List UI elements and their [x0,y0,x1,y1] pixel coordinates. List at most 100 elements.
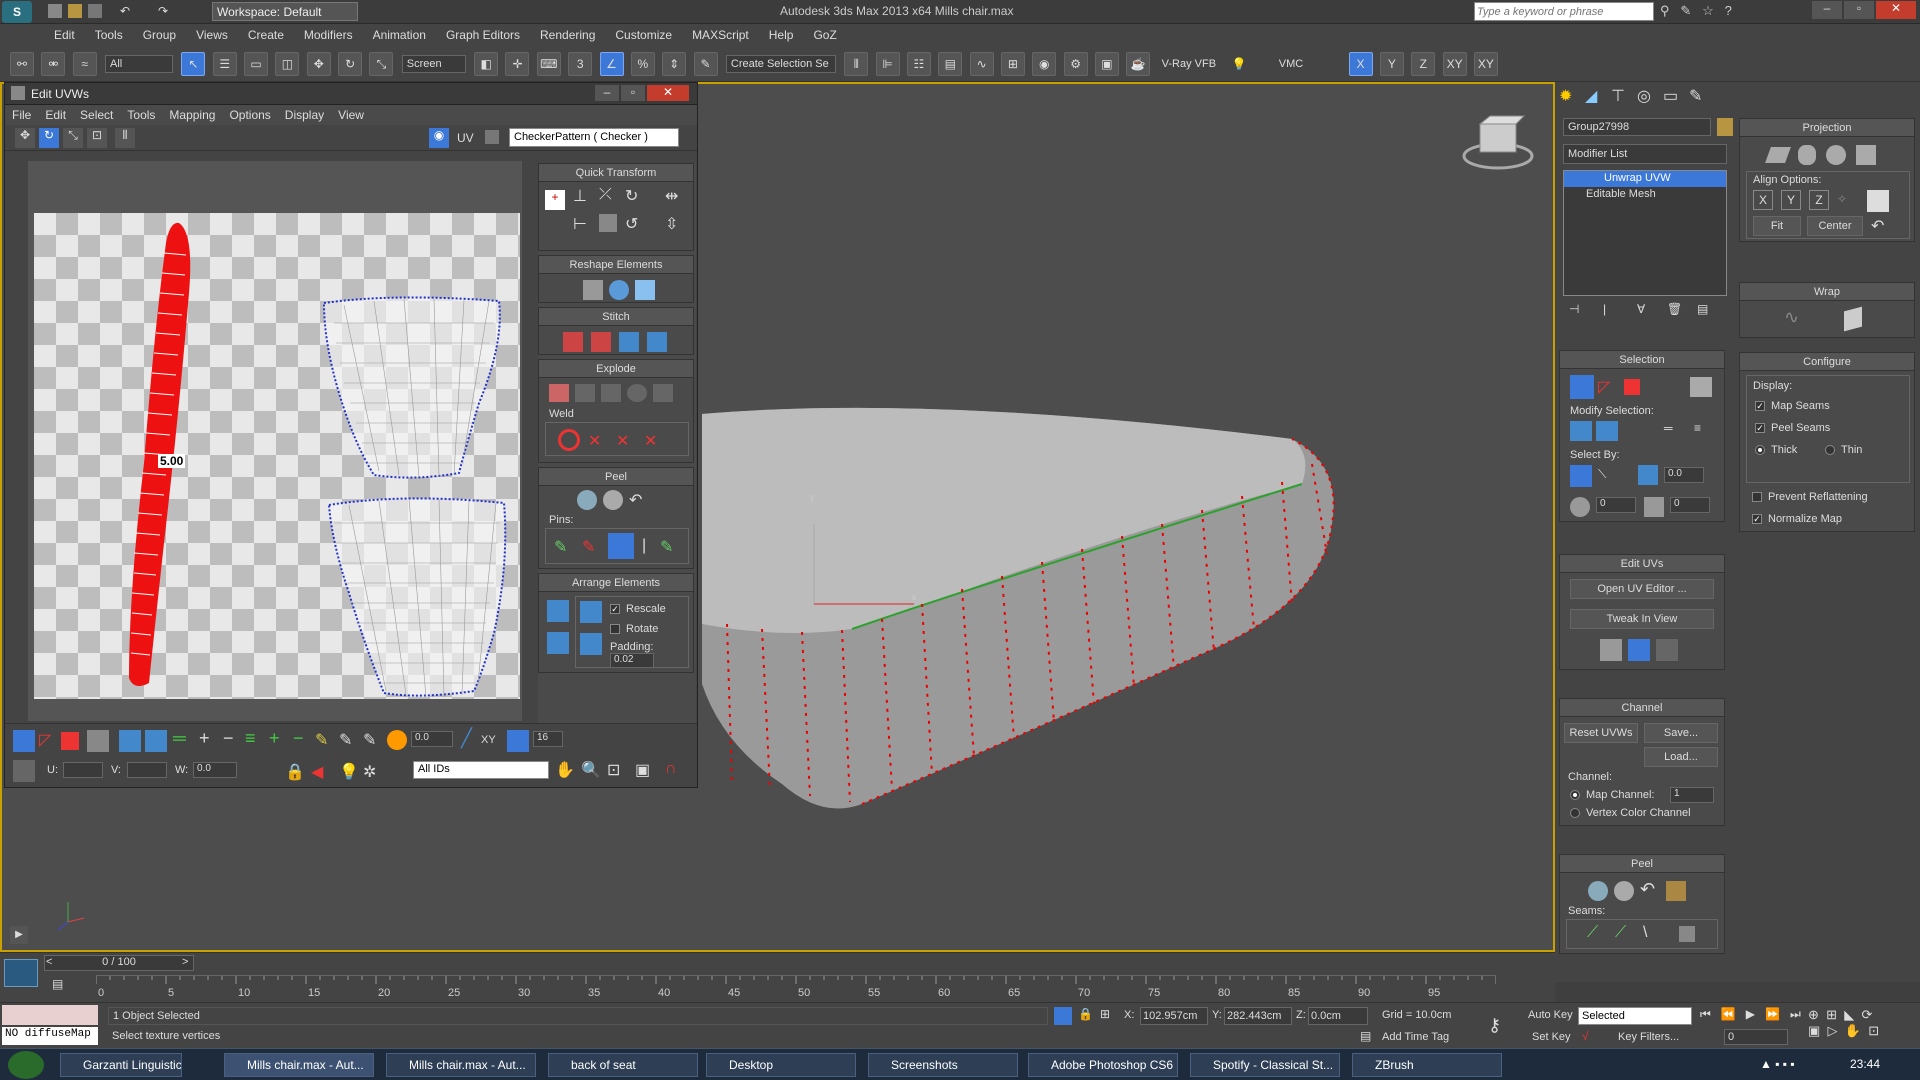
keyboard-shortcut-icon[interactable]: ⌨ [536,52,561,76]
uv-menu-display[interactable]: Display [278,105,331,125]
uv-maximize-icon[interactable]: ▫ [621,85,645,101]
schematic-view-icon[interactable]: ⊞ [1000,52,1025,76]
paint-select-icon[interactable]: ✎ [315,730,328,750]
pivot-center-icon[interactable]: ◧ [474,52,499,76]
render-production-icon[interactable]: ☕ [1126,52,1151,76]
rendered-frame-icon[interactable]: ▣ [1094,52,1119,76]
menu-edit[interactable]: Edit [44,24,85,46]
pin-icon[interactable]: ✎ [554,537,567,557]
taskbar-zbrush[interactable]: ZBrush [1352,1053,1502,1077]
go-to-end-icon[interactable]: ⏭ [1790,1007,1801,1021]
selection-filter-dropdown[interactable]: All [105,55,174,73]
pack-custom-icon[interactable] [547,600,569,622]
pin-stack-icon[interactable]: ⊣ [1569,302,1579,316]
z-coordinate-field[interactable]: 0.0cm [1308,1007,1368,1025]
expand-seams-icon[interactable]: \ [1643,924,1647,942]
menu-create[interactable]: Create [238,24,294,46]
unpin-icon[interactable]: ✎ [582,537,595,557]
stitch-custom-icon[interactable] [563,332,583,352]
padding-spinner[interactable]: 0.02 [610,653,654,668]
bind-spacewarp-icon[interactable]: ≈ [72,52,97,76]
stack-item-editable-mesh[interactable]: Editable Mesh [1564,187,1726,203]
projection-header[interactable]: Projection [1740,119,1914,137]
rescale-option[interactable]: ✓ Rescale [610,603,666,615]
system-tray-icons[interactable]: ▲ ▪ ▪ ▪ [1760,1057,1795,1071]
face-mode-icon[interactable] [61,732,79,750]
uv-texture-icon[interactable] [485,130,499,144]
viewport-menu-arrow-icon[interactable]: ▶ [10,926,28,944]
uv-move-icon[interactable]: ✥ [15,128,35,148]
stitch-header[interactable]: Stitch [539,308,693,326]
w-spinner[interactable]: 0.0 [193,762,237,778]
shrink-icon[interactable] [1596,421,1618,441]
binoculars-icon[interactable]: ⚲ [1660,3,1670,18]
menu-help[interactable]: Help [759,24,804,46]
straighten-icon[interactable] [583,280,603,300]
arrange-elements-header[interactable]: Arrange Elements [539,574,693,592]
peel-header[interactable]: Peel [1560,855,1724,873]
absolute-offset-icon[interactable] [13,760,35,782]
map-seams-option[interactable]: ✓ Map Seams [1755,400,1830,412]
modify-tab-icon[interactable]: ◢ [1585,86,1597,106]
light-bulb-icon[interactable]: 💡 [1227,52,1252,76]
tools-icon[interactable]: ✎ [1680,3,1691,18]
load-uvw-button[interactable]: Load... [1644,747,1718,767]
flatten-icon[interactable] [601,384,621,402]
layer-manager-icon[interactable]: ☷ [906,52,931,76]
limit-soft-select-icon[interactable] [507,730,529,752]
edit-uvs-header[interactable]: Edit UVs [1560,555,1724,573]
zoom-icon[interactable]: 🔍 [581,760,601,780]
box-map-icon[interactable] [1856,145,1876,165]
uv-checker-icon[interactable]: ◉ [429,128,449,148]
snaps-toggle-icon[interactable]: 3 [568,52,593,76]
uv-menu-view[interactable]: View [331,105,371,125]
taskbar-desktop[interactable]: Desktop [706,1053,856,1077]
align-horizontal-icon[interactable]: ⊢ [573,214,587,234]
unfold-map-icon[interactable] [1844,306,1862,332]
absolute-transform-icon[interactable]: ⊞ [1100,1007,1110,1021]
quick-planar-map-icon[interactable] [1628,639,1650,661]
align-y-button[interactable]: Y [1781,190,1801,210]
ring-icon[interactable]: ≡ [245,728,256,749]
object-name-field[interactable]: Group27998 [1563,118,1711,136]
time-slider[interactable]: 0 / 100 [44,955,194,971]
stitch-average-icon[interactable] [619,332,639,352]
reset-peel-cmd-icon[interactable]: ↶ [1640,879,1655,900]
remove-modifier-icon[interactable]: 🗑 [1667,302,1682,316]
select-by-name-icon[interactable]: ☰ [212,52,237,76]
normalize-map-option[interactable]: ✓ Normalize Map [1752,513,1842,525]
taskbar-spotify[interactable]: Spotify - Classical St... [1190,1053,1340,1077]
planar-map-icon[interactable] [1765,147,1791,163]
mini-listener-icon[interactable] [4,959,38,987]
material-editor-icon[interactable]: ◉ [1032,52,1057,76]
y-coordinate-field[interactable]: 282.443cm [1224,1007,1292,1025]
loop-shrink-icon[interactable]: − [223,728,234,749]
rotate-option[interactable]: Rotate [610,623,658,635]
set-key-icon[interactable]: √ [1582,1029,1589,1043]
zoom-all-icon[interactable]: ⊕ [1808,1007,1819,1022]
percent-snap-icon[interactable]: % [630,52,655,76]
window-crossing-icon[interactable]: ◫ [275,52,300,76]
sg-spinner[interactable]: 0 [1596,497,1636,513]
zoom-extents-selected-icon[interactable]: ▣ [1808,1023,1820,1038]
align-linear-icon[interactable]: ⤫ [599,186,612,204]
selection-header[interactable]: Selection [1560,351,1724,369]
planar-angle-icon[interactable] [1638,465,1658,485]
link-icon[interactable]: ⚯ [10,52,34,76]
uv-mirror-icon[interactable]: ⫴ [115,128,135,148]
loop-select-icon[interactable]: ═ [1664,421,1673,435]
show-end-result-icon[interactable]: | [1603,302,1606,316]
vertex-select-icon[interactable] [1570,375,1594,399]
uv-window-titlebar[interactable]: Edit UVWs – ▫ ✕ [5,83,697,105]
uv-minimize-icon[interactable]: – [595,85,619,101]
display-tab-icon[interactable]: ▭ [1663,86,1678,106]
explode-grid-icon[interactable] [653,384,673,402]
align-z-button[interactable]: Z [1809,190,1829,210]
select-manipulate-icon[interactable]: ✛ [505,52,530,76]
open-uv-editor-button[interactable]: Open UV Editor ... [1570,579,1714,599]
uv-canvas-area[interactable]: 5.00 [28,161,522,721]
explode-sphere-icon[interactable] [627,384,647,402]
falloff-line-icon[interactable]: ╱ [461,728,472,749]
peel-mode-icon[interactable] [603,490,623,510]
pack-together-icon[interactable] [547,632,569,654]
